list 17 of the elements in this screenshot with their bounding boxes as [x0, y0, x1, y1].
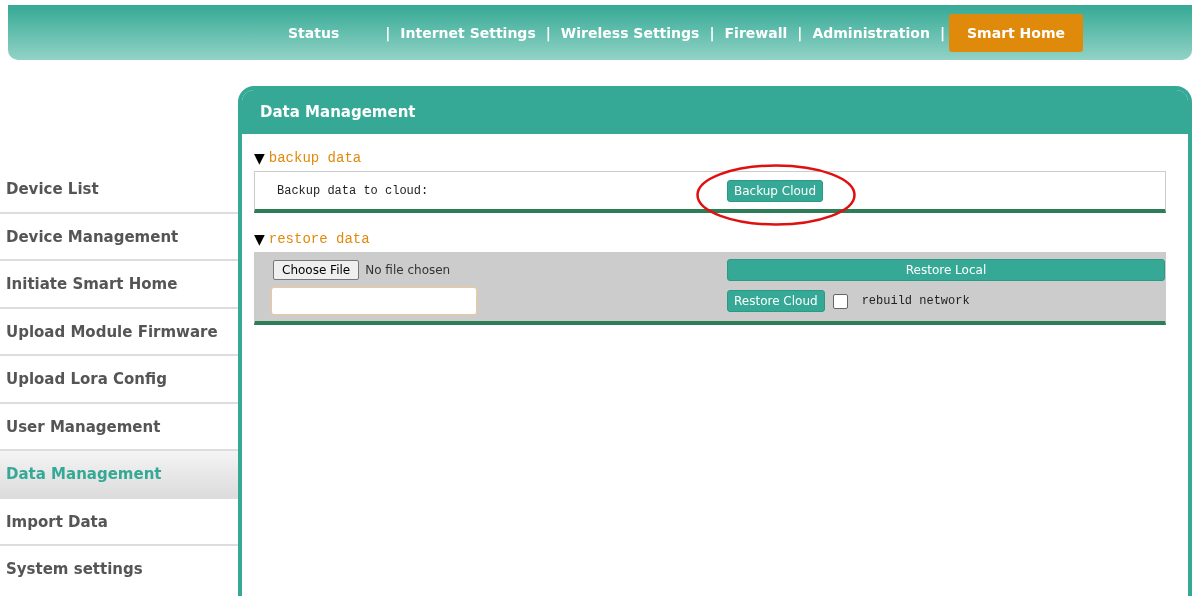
sidebar-item[interactable]: System settings	[0, 546, 238, 594]
checkbox-label: rebuild network	[861, 294, 970, 308]
nav-divider: |	[796, 24, 804, 41]
nav-divider: |	[708, 24, 716, 41]
nav-divider: |	[384, 24, 392, 41]
file-status: No file chosen	[365, 263, 451, 277]
input-field[interactable]	[271, 287, 477, 315]
choose-file-button[interactable]: Choose File	[273, 260, 360, 280]
section-title: backup data	[268, 150, 362, 166]
panel-title: Data Management	[242, 90, 1188, 134]
section-title: restore data	[268, 231, 370, 247]
collapse-toggle[interactable]: ▼	[254, 150, 265, 166]
collapse-toggle[interactable]: ▼	[254, 231, 265, 247]
nav-divider: |	[544, 24, 552, 41]
nav-divider: |	[938, 24, 946, 41]
checkbox[interactable]	[832, 293, 848, 309]
field-label: Backup data to cloud:	[277, 183, 430, 198]
